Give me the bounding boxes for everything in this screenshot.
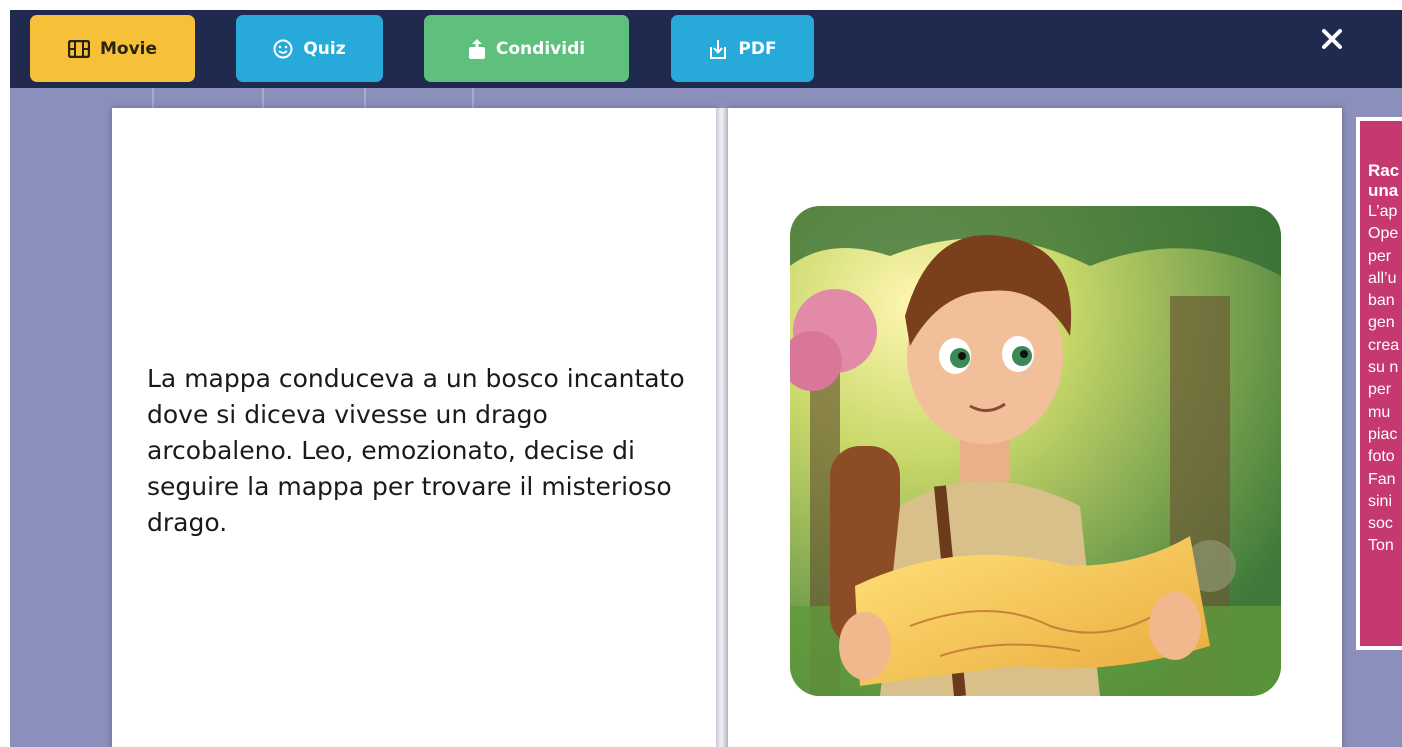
- sidebar-line: sini: [1368, 492, 1393, 510]
- toolbar: Movie Quiz Condividi PDF: [10, 10, 1402, 88]
- sidebar-line: per: [1368, 381, 1392, 399]
- sidebar-title-line: una: [1368, 181, 1399, 200]
- sidebar-title-line: Rac: [1368, 161, 1400, 180]
- sidebar-line: foto: [1368, 448, 1395, 466]
- sidebar-line: mu: [1368, 403, 1391, 421]
- sidebar-line: all’u: [1368, 269, 1397, 287]
- sidebar-line: Ope: [1368, 225, 1399, 243]
- sidebar-line: crea: [1368, 336, 1400, 354]
- pdf-button-label: PDF: [738, 38, 777, 59]
- film-icon: [67, 39, 90, 58]
- sidebar-line: L’ap: [1368, 203, 1398, 220]
- close-button[interactable]: [1317, 24, 1347, 54]
- sidebar-line: ban: [1368, 292, 1395, 310]
- book-page-left[interactable]: La mappa conduceva a un bosco incantato …: [112, 108, 716, 747]
- sidebar-line: Fan: [1368, 470, 1396, 488]
- movie-button[interactable]: Movie: [30, 15, 195, 82]
- pdf-button[interactable]: PDF: [671, 15, 814, 82]
- sidebar-line: per: [1368, 247, 1392, 265]
- quiz-button[interactable]: Quiz: [236, 15, 383, 82]
- book-page-right[interactable]: [728, 108, 1342, 747]
- sidebar-callout: Rac una L’ap Ope per all’u ban gen crea …: [1356, 117, 1402, 650]
- share-button[interactable]: Condividi: [424, 15, 629, 82]
- sidebar-line: Ton: [1368, 537, 1394, 555]
- sidebar-title: Rac una: [1368, 161, 1402, 201]
- download-icon: [710, 39, 727, 59]
- sidebar-line: soc: [1368, 515, 1393, 533]
- story-illustration: [790, 206, 1281, 696]
- share-button-label: Condividi: [495, 38, 586, 59]
- sidebar-text: L’ap Ope per all’u ban gen crea su n per…: [1368, 201, 1402, 558]
- quiz-button-label: Quiz: [303, 38, 346, 59]
- sidebar-line: piac: [1368, 425, 1398, 443]
- movie-button-label: Movie: [99, 38, 158, 59]
- share-icon: [468, 38, 485, 59]
- app-window: Movie Quiz Condividi PDF La mappa conduc…: [10, 10, 1402, 747]
- book-spine: [716, 108, 728, 747]
- sidebar-line: gen: [1368, 314, 1395, 332]
- close-icon: [1322, 29, 1342, 49]
- story-text: La mappa conduceva a un bosco incantato …: [147, 364, 685, 537]
- sidebar-line: su n: [1368, 359, 1399, 377]
- smiley-icon: [273, 39, 293, 58]
